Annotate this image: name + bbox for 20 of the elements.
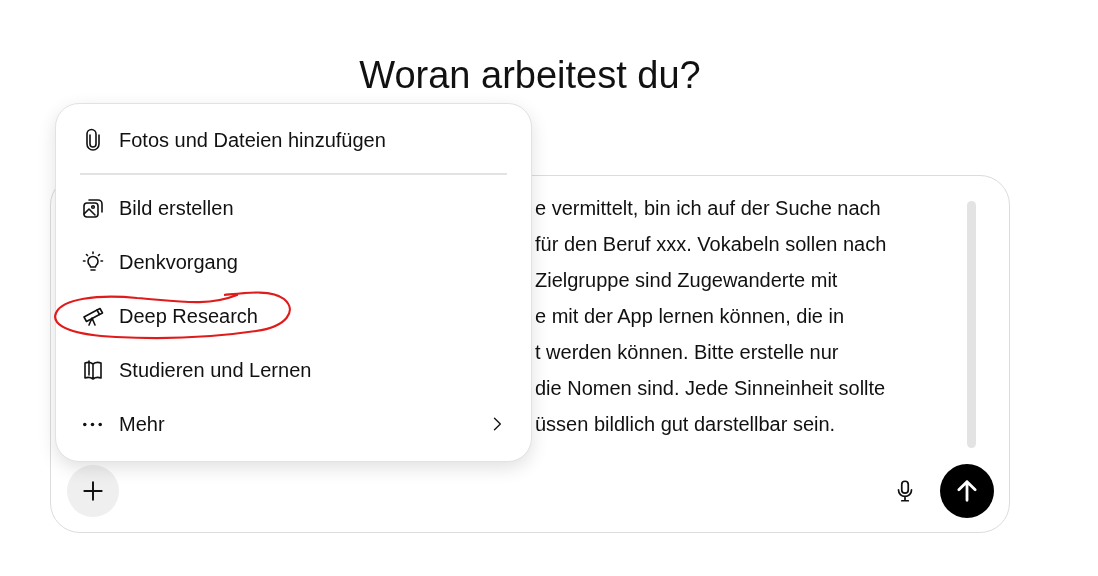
prompt-text-line: üssen bildlich gut darstellbar sein. xyxy=(535,412,836,437)
menu-item[interactable]: Mehr xyxy=(56,397,531,451)
send-button[interactable] xyxy=(940,464,994,518)
menu-item[interactable]: Fotos und Dateien hinzufügen xyxy=(56,113,531,167)
images-icon xyxy=(81,196,105,220)
prompt-text-line: e mit der App lernen können, die in xyxy=(535,304,845,329)
prompt-text-line: t werden können. Bitte erstelle nur xyxy=(535,340,839,365)
scrollbar[interactable] xyxy=(967,201,976,448)
menu-item[interactable]: Bild erstellen xyxy=(56,181,531,235)
menu-item[interactable]: Studieren und Lernen xyxy=(56,343,531,397)
add-button[interactable] xyxy=(67,465,119,517)
menu-item[interactable]: Deep Research xyxy=(56,289,531,343)
prompt-text-line: Zielgruppe sind Zugewanderte mit xyxy=(535,268,838,293)
prompt-text-line: für den Beruf xxx. Vokabeln sollen nach xyxy=(535,232,887,257)
more-icon xyxy=(83,421,102,427)
prompt-text-line: e vermittelt, bin ich auf der Suche nach xyxy=(535,196,881,221)
prompt-text-line: die Nomen sind. Jede Sinneinheit sollte xyxy=(535,376,886,401)
menu-item[interactable]: Denkvorgang xyxy=(56,235,531,289)
book-icon xyxy=(81,358,105,382)
lightbulb-icon xyxy=(81,250,105,274)
